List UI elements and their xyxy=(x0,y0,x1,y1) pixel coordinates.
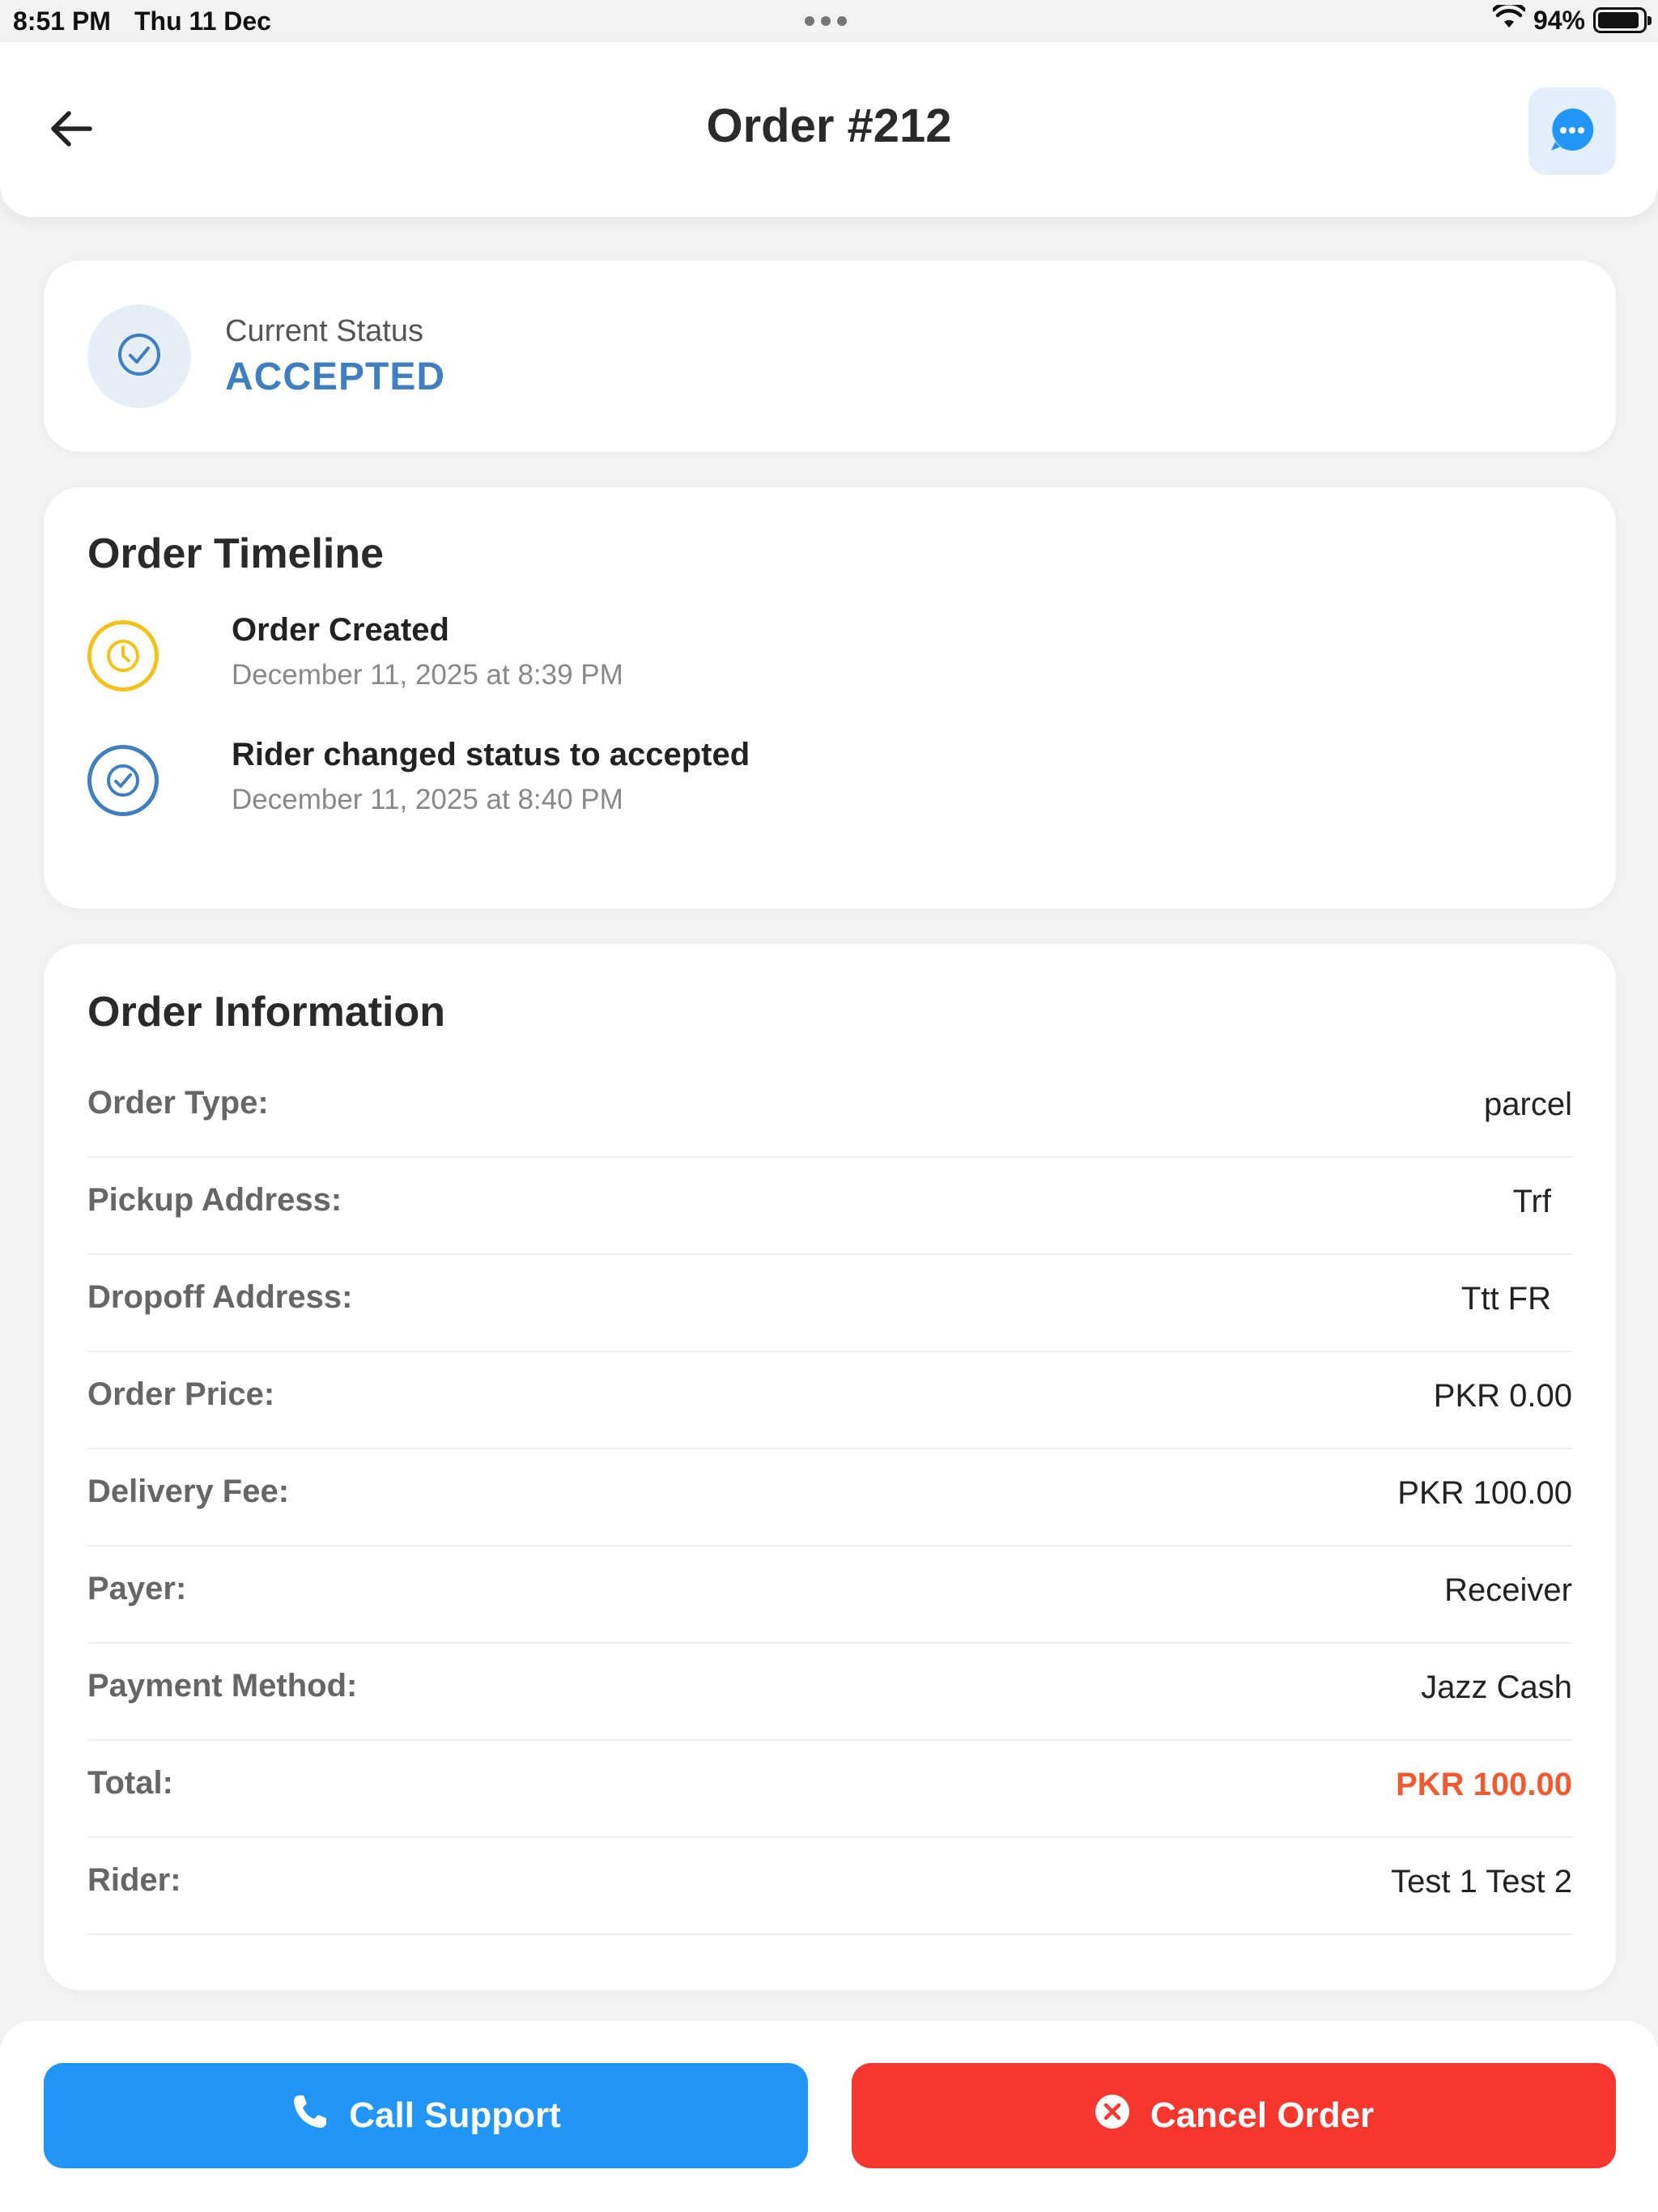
info-value: PKR 100.00 xyxy=(1397,1475,1572,1511)
wifi-icon xyxy=(1491,1,1527,36)
info-value: Ttt FR xyxy=(1460,1281,1551,1317)
check-circle-icon xyxy=(87,745,159,816)
chat-button[interactable] xyxy=(1528,87,1616,175)
app-header: Order #212 xyxy=(0,42,1658,217)
info-value: parcel xyxy=(1484,1087,1572,1122)
check-circle-icon xyxy=(115,330,164,383)
battery-percent: 94% xyxy=(1533,5,1585,35)
info-label: Order Price: xyxy=(87,1376,275,1412)
info-row-payer: Payer: Receiver xyxy=(87,1546,1572,1644)
total-value: PKR 100.00 xyxy=(1396,1767,1572,1802)
timeline-item-title: Rider changed status to accepted xyxy=(232,737,750,772)
status-label: Current Status xyxy=(225,314,423,348)
info-label: Payment Method: xyxy=(87,1668,358,1704)
info-label: Payer: xyxy=(87,1571,187,1606)
order-timeline-card: Order Timeline Order Created December 11… xyxy=(44,487,1616,908)
info-value: Trf xyxy=(1512,1184,1551,1219)
timeline-item: Order Created December 11, 2025 at 8:39 … xyxy=(87,612,1545,701)
action-footer: Call Support Cancel Order xyxy=(0,2021,1658,2212)
current-status-card: Current Status ACCEPTED xyxy=(44,261,1616,452)
page-title: Order #212 xyxy=(706,100,952,152)
order-information-card: Order Information Order Type: parcel Pic… xyxy=(44,944,1616,1990)
info-value: PKR 0.00 xyxy=(1433,1378,1572,1414)
info-row-payment-method: Payment Method: Jazz Cash xyxy=(87,1644,1572,1741)
info-row-pickup-address: Pickup Address: Trf xyxy=(87,1158,1572,1255)
info-value: Jazz Cash xyxy=(1421,1670,1572,1705)
timeline-item: Rider changed status to accepted Decembe… xyxy=(87,737,1545,826)
info-label: Pickup Address: xyxy=(87,1182,342,1218)
status-bar: 8:51 PM Thu 11 Dec 94% xyxy=(0,0,1658,42)
info-value: Receiver xyxy=(1444,1572,1572,1608)
status-value: ACCEPTED xyxy=(225,355,446,398)
status-time: 8:51 PM xyxy=(13,6,111,36)
status-icon-badge xyxy=(87,304,191,408)
cancel-order-button[interactable]: Cancel Order xyxy=(852,2063,1616,2168)
order-info-heading: Order Information xyxy=(87,989,446,1036)
info-row-order-price: Order Price: PKR 0.00 xyxy=(87,1352,1572,1449)
info-row-order-type: Order Type: parcel xyxy=(87,1061,1572,1158)
info-label: Total: xyxy=(87,1765,173,1801)
timeline-heading: Order Timeline xyxy=(87,530,385,577)
call-support-button[interactable]: Call Support xyxy=(44,2063,808,2168)
timeline-item-time: December 11, 2025 at 8:40 PM xyxy=(232,784,623,815)
info-value: Test 1 Test 2 xyxy=(1391,1864,1572,1899)
call-support-label: Call Support xyxy=(349,2095,561,2135)
close-circle-icon xyxy=(1094,2093,1131,2139)
info-row-dropoff-address: Dropoff Address: Ttt FR xyxy=(87,1255,1572,1352)
timeline-item-time: December 11, 2025 at 8:39 PM xyxy=(232,659,623,691)
phone-icon xyxy=(291,2092,329,2140)
clock-icon xyxy=(87,620,159,691)
status-date: Thu 11 Dec xyxy=(134,6,271,36)
info-row-delivery-fee: Delivery Fee: PKR 100.00 xyxy=(87,1449,1572,1546)
chat-bubble-icon xyxy=(1548,105,1596,158)
info-label: Delivery Fee: xyxy=(87,1474,290,1509)
info-label: Rider: xyxy=(87,1862,181,1898)
info-label: Order Type: xyxy=(87,1085,269,1121)
info-row-total: Total: PKR 100.00 xyxy=(87,1741,1572,1838)
cancel-order-label: Cancel Order xyxy=(1150,2095,1375,2135)
battery-icon xyxy=(1593,7,1652,33)
multitasking-dots-icon[interactable] xyxy=(805,16,847,26)
info-label: Dropoff Address: xyxy=(87,1279,353,1315)
info-row-rider: Rider: Test 1 Test 2 xyxy=(87,1838,1572,1935)
timeline-item-title: Order Created xyxy=(232,612,449,648)
